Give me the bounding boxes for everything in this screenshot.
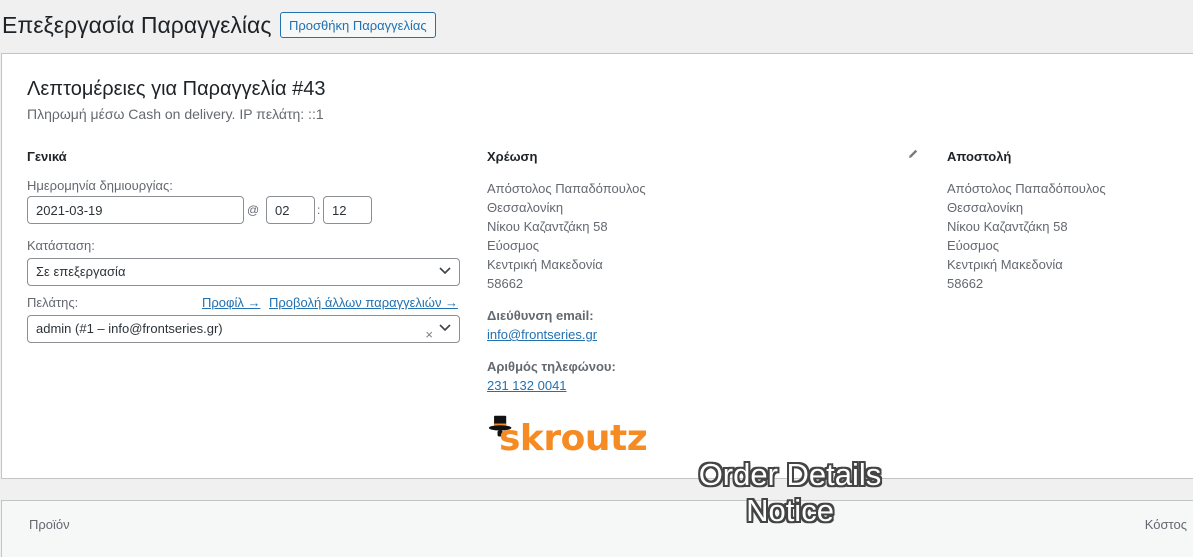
date-created-label: Ημερομηνία δημιουργίας: xyxy=(27,178,173,193)
billing-name: Απόστολος Παπαδόπουλος xyxy=(487,181,646,196)
billing-phone-label: Αριθμός τηλεφώνου: xyxy=(487,359,616,374)
billing-phone-link[interactable]: 231 132 0041 xyxy=(487,378,567,393)
clear-icon[interactable]: × xyxy=(425,322,433,348)
status-select[interactable]: Σε επεξεργασία xyxy=(27,258,460,286)
shipping-region: Κεντρική Μακεδονία xyxy=(947,257,1063,272)
billing-title: Χρέωση xyxy=(487,149,538,164)
general-title: Γενικά xyxy=(27,149,67,164)
at-symbol: @ xyxy=(247,203,260,217)
items-panel: Προϊόν Κόστος xyxy=(1,500,1193,557)
add-order-button[interactable]: Προσθήκη Παραγγελίας xyxy=(280,12,436,38)
date-created-input[interactable] xyxy=(27,196,244,224)
cost-column-header: Κόστος xyxy=(1144,517,1187,532)
shipping-city: Θεσσαλονίκη xyxy=(947,200,1024,215)
customer-label: Πελάτης: xyxy=(27,295,79,310)
shipping-street: Νίκου Καζαντζάκη 58 xyxy=(947,219,1068,234)
minute-input[interactable] xyxy=(323,196,372,224)
billing-region: Κεντρική Μακεδονία xyxy=(487,257,603,272)
order-heading: Λεπτομέρειες για Παραγγελία #43 xyxy=(27,78,326,100)
skroutz-logo: skroutz xyxy=(487,412,662,462)
order-data-panel: Λεπτομέρειες για Παραγγελία #43 Πληρωμή … xyxy=(1,53,1193,479)
billing-postcode: 58662 xyxy=(487,276,524,291)
shipping-area: Εύοσμος xyxy=(947,238,1000,253)
billing-email-label: Διεύθυνση email: xyxy=(487,308,594,323)
chevron-down-icon xyxy=(439,267,451,275)
status-value: Σε επεξεργασία xyxy=(36,264,126,279)
billing-city: Θεσσαλονίκη xyxy=(487,200,564,215)
billing-area: Εύοσμος xyxy=(487,238,540,253)
shipping-name: Απόστολος Παπαδόπουλος xyxy=(947,181,1106,196)
customer-profile-link[interactable]: Προφίλ → xyxy=(202,295,260,310)
time-colon: : xyxy=(317,203,321,217)
customer-other-orders-link[interactable]: Προβολή άλλων παραγγελιών → xyxy=(269,295,458,310)
hour-input[interactable] xyxy=(266,196,315,224)
shipping-postcode: 58662 xyxy=(947,276,984,291)
edit-pencil-icon[interactable] xyxy=(907,148,919,160)
chevron-down-icon xyxy=(439,324,451,332)
product-column-header: Προϊόν xyxy=(29,517,70,532)
page-title: Επεξεργασία Παραγγελίας xyxy=(2,12,272,38)
customer-value: admin (#1 – info@frontseries.gr) xyxy=(36,321,223,336)
order-subheading: Πληρωμή μέσω Cash on delivery. IP πελάτη… xyxy=(27,106,324,122)
overlay-line-2: Notice xyxy=(746,493,834,528)
billing-street: Νίκου Καζαντζάκη 58 xyxy=(487,219,608,234)
overlay-line-1: Order Details xyxy=(698,457,882,492)
status-label: Κατάσταση: xyxy=(27,238,95,253)
billing-email-link[interactable]: info@frontseries.gr xyxy=(487,327,597,342)
customer-select[interactable]: admin (#1 – info@frontseries.gr) × xyxy=(27,315,460,343)
skroutz-logo-text: skroutz xyxy=(499,418,648,459)
order-details-notice-overlay: Order Details Notice xyxy=(650,457,930,529)
shipping-title: Αποστολή xyxy=(947,149,1012,164)
